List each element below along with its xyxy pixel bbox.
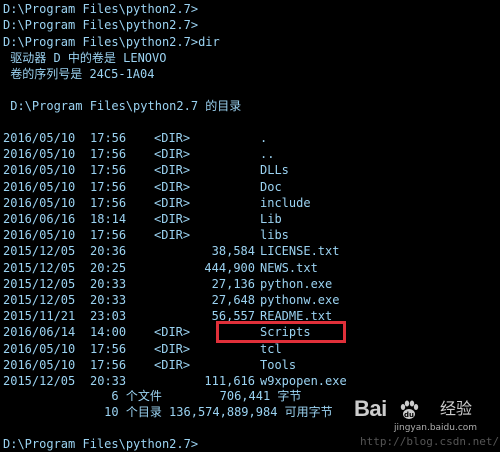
prompt-line: D:\Program Files\python2.7> xyxy=(3,18,199,32)
listing-row: 2015/12/05 20:33 27,136 python.exe xyxy=(0,276,500,292)
entry-time: 17:56 xyxy=(90,147,127,162)
listing-row: 2016/05/10 17:56 <DIR> Tools xyxy=(0,357,500,373)
listing-row: 2015/12/05 20:36 38,584 LICENSE.txt xyxy=(0,243,500,259)
entry-time: 20:33 xyxy=(90,293,127,307)
listing-row: 2016/05/10 17:56 <DIR>. xyxy=(0,130,500,146)
entry-dir-marker: <DIR> xyxy=(154,212,191,226)
baidu-paw-icon: du xyxy=(400,400,419,419)
entry-name[interactable]: tcl xyxy=(260,341,282,357)
entry-time: 17:56 xyxy=(90,357,127,372)
entry-date: 2016/05/10 xyxy=(3,357,76,372)
entry-date: 2015/11/21 xyxy=(3,309,76,324)
entry-dir-marker: <DIR> xyxy=(154,228,191,243)
entry-dir-marker: <DIR> xyxy=(154,131,191,145)
entry-time: 23:03 xyxy=(90,309,127,324)
entry-date: 2015/12/05 xyxy=(3,244,76,259)
volume-label-line: 驱动器 D 中的卷是 LENOVO xyxy=(3,51,167,65)
baidu-jingyan-watermark: Bai du 经验 jingyan.baidu.com xyxy=(354,396,494,440)
console-window[interactable]: D:\Program Files\python2.7> D:\Program F… xyxy=(0,0,500,451)
svg-text:du: du xyxy=(404,411,414,419)
prompt-line: D:\Program Files\python2.7> xyxy=(3,2,199,16)
entry-date: 2016/06/14 xyxy=(3,325,76,340)
watermark-jingyan-text: 经验 xyxy=(440,399,473,418)
entry-size: 27,648 xyxy=(211,293,255,307)
listing-row: 2016/05/10 17:56 <DIR> include xyxy=(0,195,500,211)
entry-time: 14:00 xyxy=(90,325,127,340)
entry-time: 20:33 xyxy=(90,374,127,388)
entry-name[interactable]: pythonw.exe xyxy=(260,292,339,308)
entry-name[interactable]: python.exe xyxy=(260,276,332,292)
entry-dir-marker: <DIR> xyxy=(154,325,191,340)
entry-time: 20:36 xyxy=(90,244,127,259)
entry-time: 17:56 xyxy=(90,341,127,356)
entry-date: 2015/12/05 xyxy=(3,260,76,275)
entry-time: 17:56 xyxy=(90,195,127,210)
entry-date: 2015/12/05 xyxy=(3,293,76,307)
listing-row: 2016/05/10 17:56 <DIR> Doc xyxy=(0,179,500,195)
entry-name[interactable]: NEWS.txt xyxy=(260,260,318,276)
entry-name[interactable]: w9xpopen.exe xyxy=(260,373,347,389)
listing-row: 2016/05/10 17:56 <DIR>.. xyxy=(0,146,500,162)
entry-date: 2016/05/10 xyxy=(3,147,76,162)
listing-row: 2016/06/16 18:14 <DIR> Lib xyxy=(0,211,500,227)
directory-of-line: D:\Program Files\python2.7 的目录 xyxy=(3,99,242,113)
entry-dir-marker: <DIR> xyxy=(154,179,191,194)
entry-name[interactable]: DLLs xyxy=(260,162,289,178)
entry-date: 2016/05/10 xyxy=(3,341,76,356)
entry-size: 27,136 xyxy=(211,276,255,291)
entry-time: 18:14 xyxy=(90,212,127,226)
summary-dirs-line: 10 个目录 136,574,889,984 可用字节 xyxy=(3,405,333,419)
entry-dir-marker: <DIR> xyxy=(154,357,191,372)
entry-name[interactable]: Lib xyxy=(260,211,282,227)
entry-time: 20:33 xyxy=(90,276,127,291)
entry-size: 111,616 xyxy=(204,374,255,388)
entry-name[interactable]: . xyxy=(260,130,267,146)
entry-name[interactable]: .. xyxy=(260,146,274,162)
listing-row: 2016/05/10 17:56 <DIR> libs xyxy=(0,227,500,243)
entry-time: 17:56 xyxy=(90,179,127,194)
scripts-highlight-box xyxy=(216,321,346,343)
watermark-url-text: jingyan.baidu.com xyxy=(394,423,478,433)
entry-dir-marker: <DIR> xyxy=(154,341,191,356)
entry-size: 444,900 xyxy=(204,260,255,275)
listing-row: 2015/12/05 20:25 444,900 NEWS.txt xyxy=(0,260,500,276)
entry-date: 2016/05/10 xyxy=(3,228,76,243)
listing-row: 2016/05/10 17:56 <DIR> DLLs xyxy=(0,162,500,178)
entry-date: 2016/05/10 xyxy=(3,195,76,210)
listing-row: 2015/12/05 20:33 111,616 w9xpopen.exe xyxy=(0,373,500,389)
summary-files-line: 6 个文件 706,441 字节 xyxy=(3,389,302,403)
entry-name[interactable]: include xyxy=(260,195,311,211)
serial-number-line: 卷的序列号是 24C5-1A04 xyxy=(3,67,155,81)
entry-date: 2016/05/10 xyxy=(3,179,76,194)
entry-name[interactable]: Doc xyxy=(260,179,282,195)
entry-date: 2016/05/10 xyxy=(3,131,76,145)
entry-date: 2015/12/05 xyxy=(3,276,76,291)
entry-date: 2016/06/16 xyxy=(3,212,76,226)
entry-dir-marker: <DIR> xyxy=(154,195,191,210)
entry-dir-marker: <DIR> xyxy=(154,163,191,178)
entry-time: 17:56 xyxy=(90,228,127,243)
entry-time: 17:56 xyxy=(90,163,127,178)
entry-name[interactable]: Tools xyxy=(260,357,296,373)
entry-name[interactable]: libs xyxy=(260,227,289,243)
entry-name[interactable]: LICENSE.txt xyxy=(260,243,339,259)
prompt-line-dir-command: D:\Program Files\python2.7>dir xyxy=(3,35,220,49)
listing-row: 2015/12/05 20:33 27,648 pythonw.exe xyxy=(0,292,500,308)
entry-size: 38,584 xyxy=(211,244,255,259)
entry-time: 20:25 xyxy=(90,260,127,275)
entry-date: 2015/12/05 xyxy=(3,374,76,388)
entry-time: 17:56 xyxy=(90,131,127,145)
entry-dir-marker: <DIR> xyxy=(154,147,191,162)
entry-date: 2016/05/10 xyxy=(3,163,76,178)
watermark-brand-text: Bai xyxy=(354,396,387,421)
